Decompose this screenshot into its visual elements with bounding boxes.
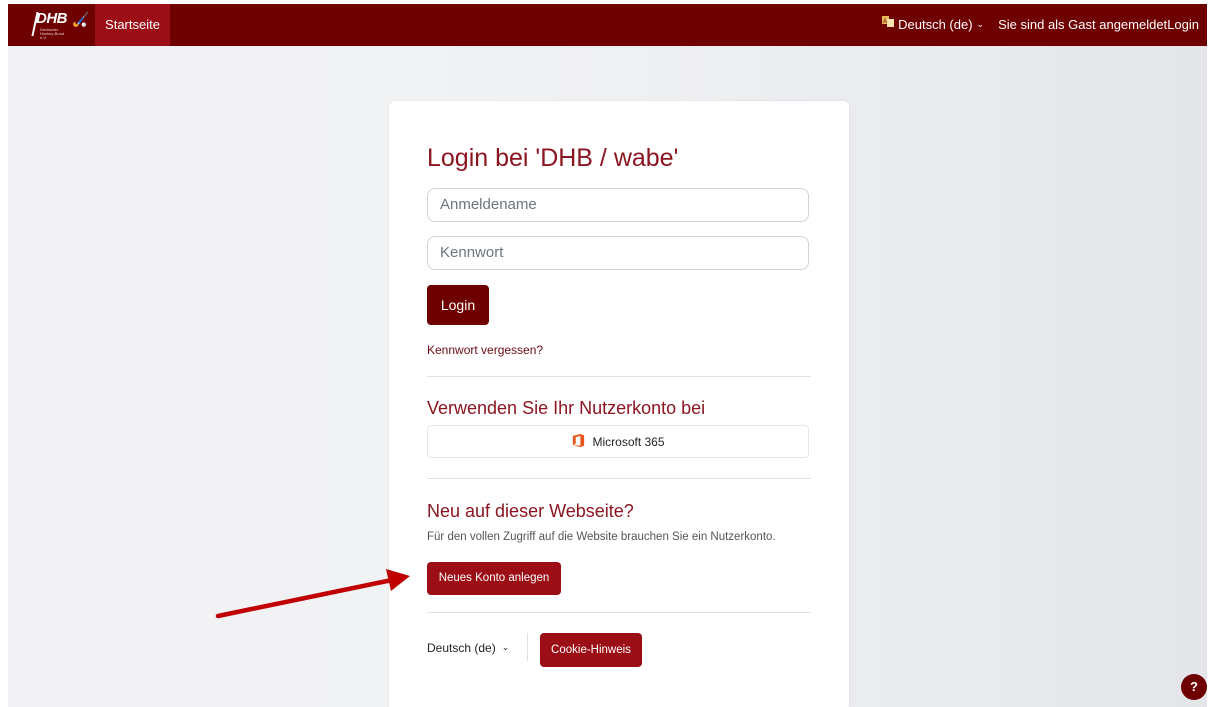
annotation-arrow-icon [215,569,410,619]
